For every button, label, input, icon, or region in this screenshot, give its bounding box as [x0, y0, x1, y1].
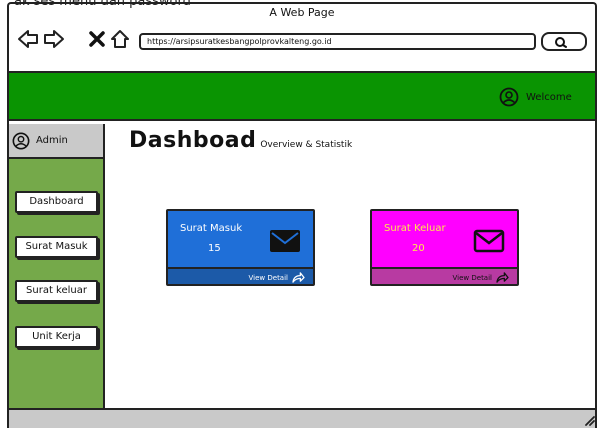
search-button[interactable]	[541, 32, 587, 51]
address-bar[interactable]: https://arsipsuratkesbangpolprovkalteng.…	[139, 33, 536, 50]
page-title-initial: D	[129, 128, 148, 153]
page-subtitle: Overview & Statistik	[260, 140, 353, 150]
stat-card-count: 15	[208, 243, 221, 254]
mail-icon	[270, 230, 300, 252]
sidebar-item-surat-masuk[interactable]: Surat Masuk	[15, 236, 98, 258]
page-title-text: ashboad	[147, 128, 257, 153]
user-circle-icon	[12, 132, 30, 149]
view-detail-link[interactable]: View Detail	[372, 267, 517, 284]
user-circle-icon	[499, 87, 519, 107]
forward-arrow-icon[interactable]	[43, 28, 65, 50]
view-detail-link[interactable]: View Detail	[168, 267, 313, 284]
page-title: Dashboad Overview & Statistik	[129, 128, 352, 153]
sidebar-item-surat-keluar[interactable]: Surat keluar	[15, 280, 98, 302]
view-detail-label: View Detail	[248, 273, 288, 282]
close-icon[interactable]	[86, 28, 108, 50]
share-arrow-icon	[496, 272, 509, 283]
stat-card-label: Surat Masuk	[180, 223, 243, 234]
search-icon	[555, 37, 567, 48]
mail-icon	[473, 229, 505, 253]
view-detail-label: View Detail	[452, 273, 492, 282]
sidebar-item-dashboard[interactable]: Dashboard	[15, 191, 98, 213]
status-bar	[9, 408, 595, 428]
stat-card-count: 20	[412, 243, 425, 254]
stat-card-surat-masuk: Surat Masuk 15 View Detail	[166, 209, 315, 286]
stat-card-label: Surat Keluar	[384, 223, 446, 234]
admin-profile[interactable]: Admin	[9, 124, 105, 157]
back-arrow-icon[interactable]	[17, 28, 39, 50]
welcome-label: Welcome	[526, 91, 572, 103]
admin-label: Admin	[36, 135, 68, 146]
stat-card-surat-keluar: Surat Keluar 20 View Detail	[370, 209, 519, 286]
resize-grip-icon[interactable]	[583, 414, 595, 426]
window-title: A Web Page	[269, 6, 335, 19]
home-icon[interactable]	[109, 28, 131, 50]
welcome-user[interactable]: Welcome	[499, 86, 572, 108]
share-arrow-icon	[292, 272, 305, 283]
sidebar-item-unit-kerja[interactable]: Unit Kerja	[15, 326, 98, 348]
